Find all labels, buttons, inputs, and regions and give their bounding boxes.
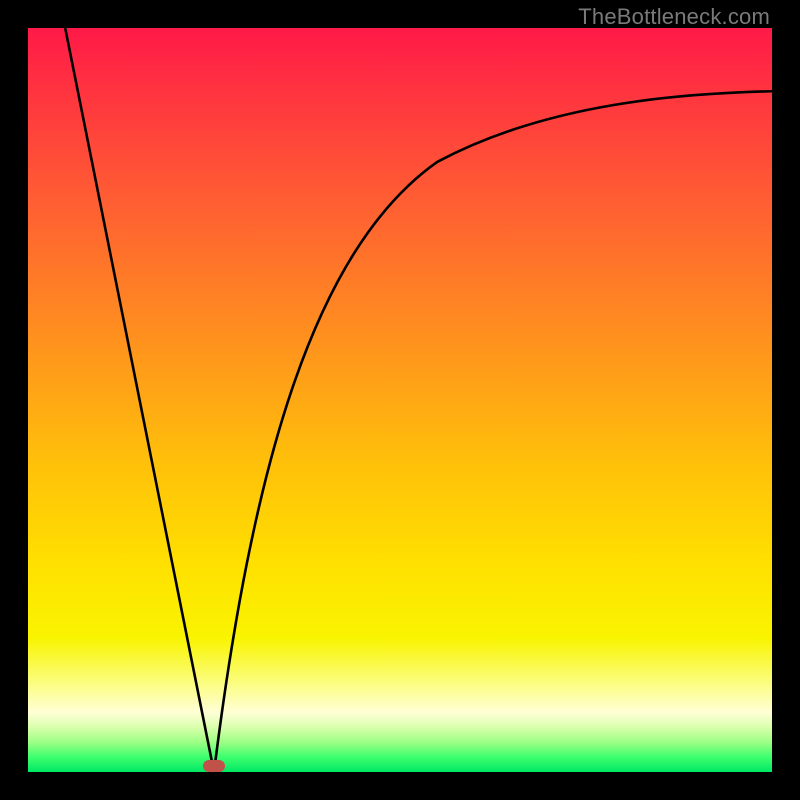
curve-left-branch <box>65 28 214 772</box>
optimal-point-marker <box>203 760 225 772</box>
chart-plot-area <box>28 28 772 772</box>
watermark-text: TheBottleneck.com <box>578 4 770 30</box>
bottleneck-curve <box>28 28 772 772</box>
curve-right-branch <box>214 91 772 772</box>
